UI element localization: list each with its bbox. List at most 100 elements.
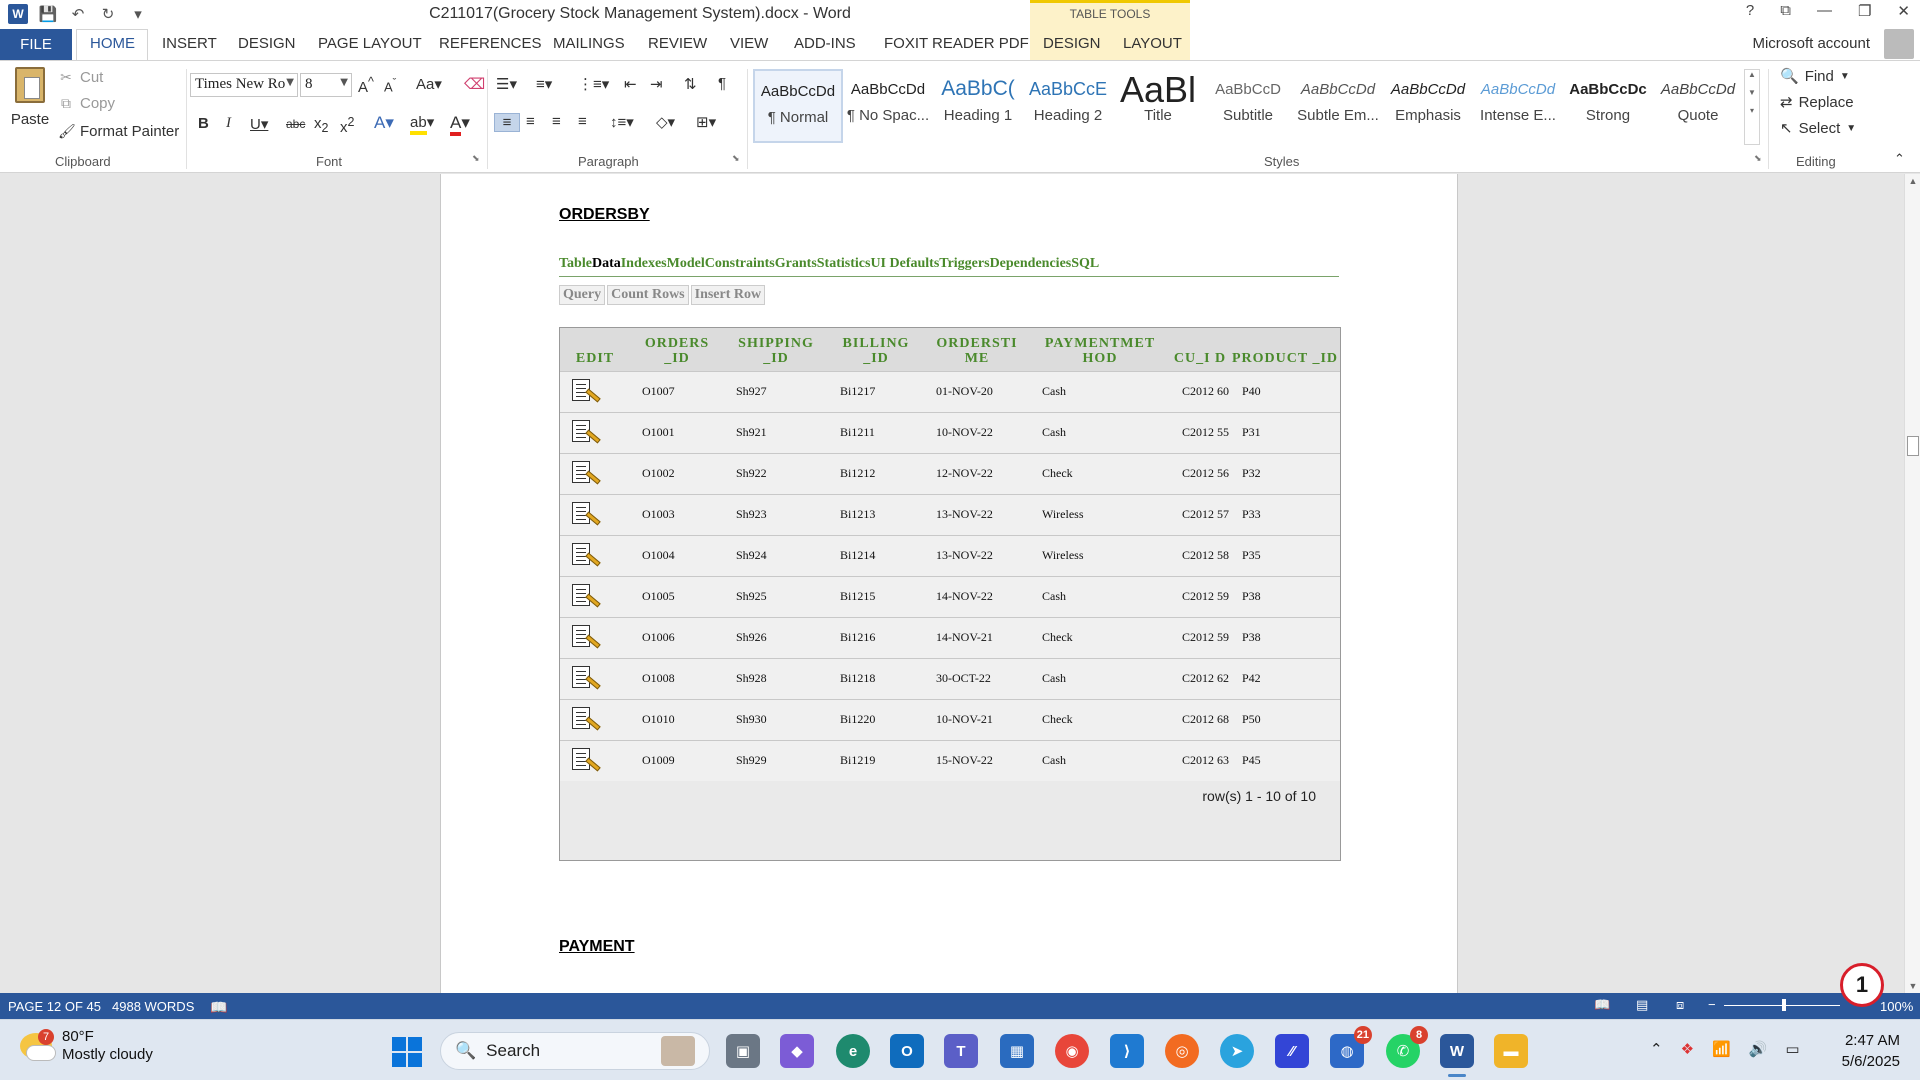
print-layout-icon[interactable]: ▤: [1636, 997, 1648, 1013]
style-subtle-emphasis[interactable]: AaBbCcDd Subtle Em...: [1293, 69, 1383, 143]
font-name-combo[interactable]: Times New Ro ▼: [190, 73, 298, 97]
decrease-indent-button[interactable]: ⇤: [624, 75, 637, 93]
close-button[interactable]: ✕: [1897, 2, 1910, 20]
nav-link-data[interactable]: Data: [592, 256, 621, 271]
style-emphasis[interactable]: AaBbCcDd Emphasis: [1383, 69, 1473, 143]
nav-link-statistics[interactable]: Statistics: [817, 256, 871, 271]
numbering-button[interactable]: ≡▾: [536, 75, 552, 93]
word-count[interactable]: 4988 WORDS: [112, 999, 194, 1014]
task-view-icon[interactable]: ▣: [726, 1034, 760, 1068]
style-title[interactable]: AaBl Title: [1113, 69, 1203, 143]
avatar[interactable]: [1884, 29, 1914, 59]
edit-row-icon[interactable]: [570, 623, 601, 653]
font-dialog-launcher-icon[interactable]: ⬊: [472, 153, 480, 164]
tab-design[interactable]: DESIGN: [238, 35, 296, 52]
collapse-ribbon-icon[interactable]: ⌃: [1894, 151, 1905, 167]
style-subtitle[interactable]: AaBbCcD Subtitle: [1203, 69, 1293, 143]
copilot-icon[interactable]: ◆: [780, 1034, 814, 1068]
firefox-icon[interactable]: ◎: [1165, 1034, 1199, 1068]
tab-home[interactable]: HOME: [90, 35, 135, 52]
tab-add-ins[interactable]: ADD-INS: [794, 35, 856, 52]
overlay-badge[interactable]: 1: [1840, 963, 1884, 1007]
tab-table-design[interactable]: DESIGN: [1043, 35, 1101, 52]
zoom-out-icon[interactable]: −: [1708, 997, 1716, 1012]
strikethrough-button[interactable]: abc: [286, 117, 305, 131]
word-taskbar-icon[interactable]: W: [1440, 1034, 1474, 1068]
app-icon[interactable]: ⁄⁄: [1275, 1034, 1309, 1068]
subscript-button[interactable]: x2: [314, 115, 328, 135]
outlook-icon[interactable]: O: [890, 1034, 924, 1068]
style-no-spacing[interactable]: AaBbCcDd ¶ No Spac...: [843, 69, 933, 143]
bold-button[interactable]: B: [198, 115, 209, 132]
nav-link-table[interactable]: Table: [559, 256, 592, 271]
help-icon[interactable]: ?: [1746, 2, 1754, 20]
edit-row-icon[interactable]: [570, 664, 601, 694]
edit-row-icon[interactable]: [570, 459, 601, 489]
style-heading-1[interactable]: AaBbC( Heading 1: [933, 69, 1023, 143]
superscript-button[interactable]: x2: [340, 115, 354, 136]
format-painter-button[interactable]: 🖌 Format Painter: [58, 123, 179, 140]
count-rows-button[interactable]: Count Rows: [607, 285, 689, 305]
nav-link-sql[interactable]: SQL: [1071, 256, 1099, 271]
show-hidden-icons-icon[interactable]: ⌃: [1650, 1040, 1663, 1058]
app-with-badge-icon[interactable]: ◍ 21: [1330, 1026, 1372, 1068]
microsoft-store-icon[interactable]: ▦: [1000, 1034, 1034, 1068]
zoom-slider-thumb[interactable]: [1782, 999, 1786, 1011]
scroll-down-icon[interactable]: ▼: [1905, 981, 1920, 991]
style-quote[interactable]: AaBbCcDd Quote: [1653, 69, 1743, 143]
select-button[interactable]: ↖ Select ▼: [1780, 119, 1856, 138]
tab-table-layout[interactable]: LAYOUT: [1123, 35, 1182, 52]
highlight-button[interactable]: ab▾: [410, 113, 434, 135]
replace-button[interactable]: ⇄ Replace: [1780, 93, 1854, 112]
chrome-icon[interactable]: ◉: [1055, 1034, 1089, 1068]
styles-dialog-launcher-icon[interactable]: ⬊: [1754, 153, 1762, 164]
shading-button[interactable]: ◇▾: [656, 113, 675, 131]
document-page[interactable]: ORDERSBY TableDataIndexesModelConstraint…: [440, 174, 1458, 993]
taskbar-search[interactable]: 🔍 Search: [440, 1032, 710, 1070]
nav-link-triggers[interactable]: Triggers: [939, 256, 989, 271]
nav-link-indexes[interactable]: Indexes: [621, 256, 667, 271]
tray-app-icon[interactable]: ❖: [1681, 1040, 1694, 1058]
web-layout-icon[interactable]: ⧈: [1676, 997, 1684, 1013]
tab-file[interactable]: FILE: [0, 29, 72, 60]
weather-widget[interactable]: 7 80°F Mostly cloudy: [20, 1028, 153, 1064]
edit-row-icon[interactable]: [570, 746, 601, 776]
file-explorer-icon[interactable]: ▬: [1494, 1034, 1528, 1068]
edit-row-icon[interactable]: [570, 500, 601, 530]
paragraph-dialog-launcher-icon[interactable]: ⬊: [732, 153, 740, 164]
font-size-combo[interactable]: 8 ▼: [300, 73, 352, 97]
change-case-button[interactable]: Aa▾: [416, 75, 442, 93]
minimize-button[interactable]: —: [1817, 2, 1832, 20]
underline-button[interactable]: U▾: [250, 115, 268, 133]
whatsapp-icon[interactable]: ✆ 8: [1386, 1026, 1428, 1068]
align-right-button[interactable]: ≡: [552, 113, 561, 130]
proofing-icon[interactable]: 📖: [210, 999, 227, 1016]
scroll-thumb[interactable]: [1907, 436, 1919, 456]
nav-link-dependencies[interactable]: Dependencies: [990, 256, 1072, 271]
clear-formatting-icon[interactable]: ⌫: [464, 75, 485, 93]
edit-row-icon[interactable]: [570, 418, 601, 448]
justify-button[interactable]: ≡: [578, 113, 587, 130]
volume-icon[interactable]: 🔊: [1749, 1040, 1768, 1058]
tab-page-layout[interactable]: PAGE LAYOUT: [318, 35, 422, 52]
edit-row-icon[interactable]: [570, 705, 601, 735]
tab-view[interactable]: VIEW: [730, 35, 768, 52]
battery-icon[interactable]: ▭: [1785, 1040, 1799, 1058]
clock[interactable]: 2:47 AM 5/6/2025: [1842, 1030, 1900, 1072]
styles-gallery-scroll[interactable]: ▲ ▼ ▾: [1744, 69, 1760, 145]
wifi-icon[interactable]: 📶: [1712, 1040, 1731, 1058]
shrink-font-button[interactable]: Aˇ: [384, 77, 396, 94]
vscode-icon[interactable]: ⟩: [1110, 1034, 1144, 1068]
telegram-icon[interactable]: ➤: [1220, 1034, 1254, 1068]
copy-button[interactable]: ⧉ Copy: [58, 95, 115, 112]
scroll-up-icon[interactable]: ▲: [1905, 176, 1920, 186]
tab-mailings[interactable]: MAILINGS: [553, 35, 625, 52]
ribbon-display-icon[interactable]: ⧉: [1780, 2, 1791, 20]
teams-icon[interactable]: T: [944, 1034, 978, 1068]
borders-button[interactable]: ⊞▾: [696, 113, 716, 131]
tab-foxit-reader-pdf[interactable]: FOXIT READER PDF: [884, 35, 1029, 52]
tab-references[interactable]: REFERENCES: [439, 35, 542, 52]
paste-button[interactable]: Paste: [10, 67, 50, 145]
query-button[interactable]: Query: [559, 285, 606, 305]
font-color-button[interactable]: A▾: [450, 113, 470, 136]
